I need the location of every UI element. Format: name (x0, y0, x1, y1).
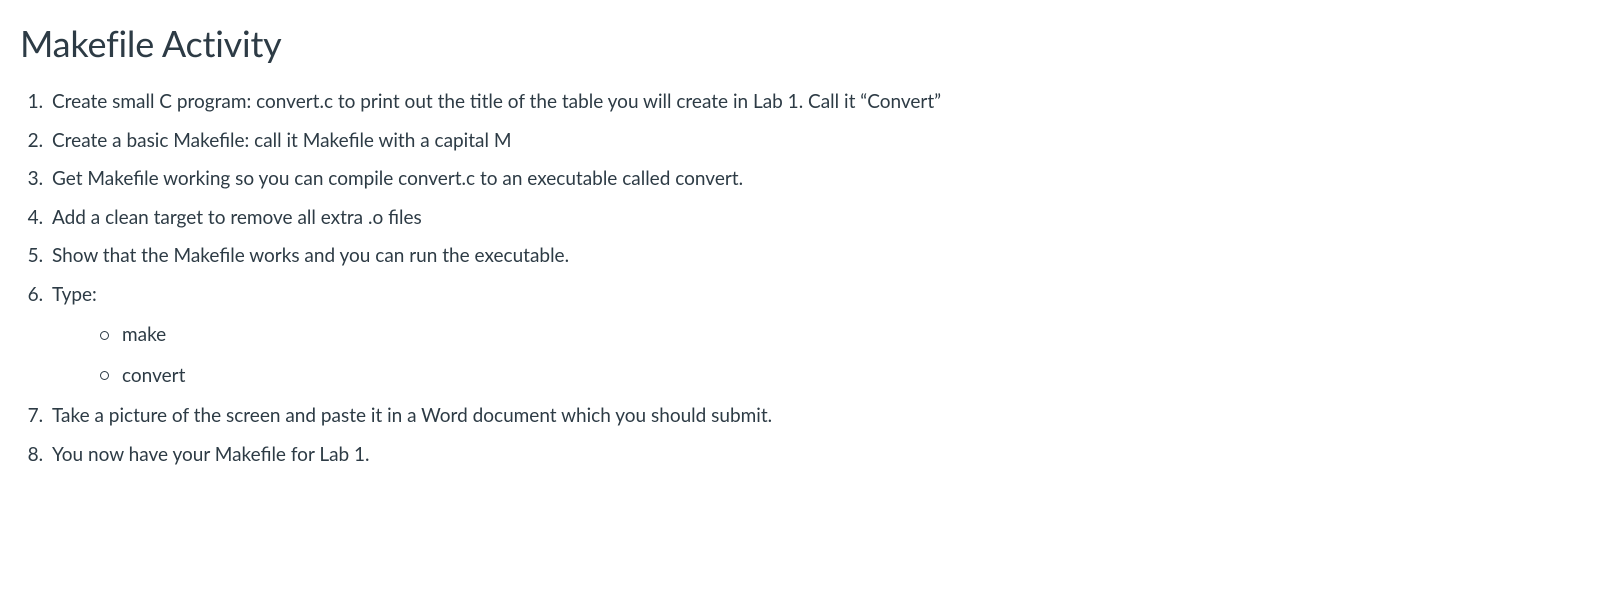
list-item-text: Create a basic Makefile: call it Makefil… (52, 129, 511, 152)
list-item-text: Add a clean target to remove all extra .… (52, 206, 422, 229)
list-item-text: Get Makefile working so you can compile … (52, 167, 743, 190)
list-item: Take a picture of the screen and paste i… (48, 402, 1594, 431)
activity-steps: Create small C program: convert.c to pri… (20, 88, 1594, 469)
list-item: make (100, 321, 1594, 350)
list-item: Type: make convert (48, 281, 1594, 391)
type-commands: make convert (52, 321, 1594, 390)
list-item: Create a basic Makefile: call it Makefil… (48, 127, 1594, 156)
list-item: convert (100, 362, 1594, 391)
list-item: You now have your Makefile for Lab 1. (48, 441, 1594, 470)
list-item-text: Show that the Makefile works and you can… (52, 244, 569, 267)
list-item-text: Type: (52, 283, 97, 306)
list-item-text: make (122, 323, 166, 346)
list-item-text: convert (122, 364, 185, 387)
list-item: Get Makefile working so you can compile … (48, 165, 1594, 194)
list-item-text: Create small C program: convert.c to pri… (52, 90, 941, 113)
list-item: Add a clean target to remove all extra .… (48, 204, 1594, 233)
list-item-text: Take a picture of the screen and paste i… (52, 404, 772, 427)
list-item: Create small C program: convert.c to pri… (48, 88, 1594, 117)
list-item: Show that the Makefile works and you can… (48, 242, 1594, 271)
page-title: Makefile Activity (20, 16, 1594, 70)
list-item-text: You now have your Makefile for Lab 1. (52, 443, 370, 466)
